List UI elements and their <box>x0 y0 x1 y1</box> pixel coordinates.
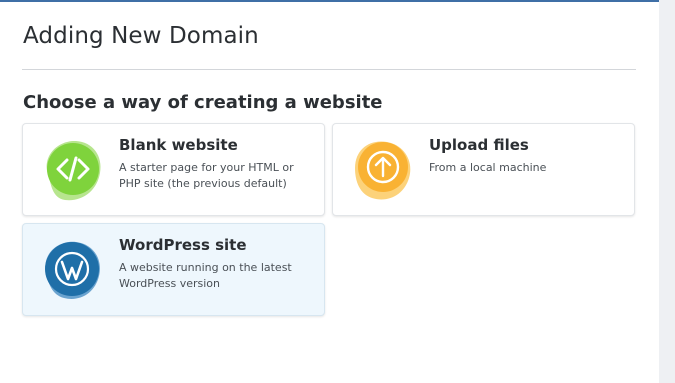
page-title: Adding New Domain <box>23 23 259 49</box>
code-icon <box>46 140 101 201</box>
option-card-blank-website[interactable]: Blank website A starter page for your HT… <box>22 123 325 216</box>
option-card-upload-files[interactable]: Upload files From a local machine <box>332 123 635 216</box>
card-description: From a local machine <box>429 161 547 174</box>
right-gutter <box>659 0 675 383</box>
card-title: Upload files <box>429 136 529 154</box>
card-title: Blank website <box>119 136 238 154</box>
title-divider <box>22 69 636 70</box>
option-card-wordpress-site[interactable]: WordPress site A website running on the … <box>22 223 325 316</box>
wordpress-icon <box>45 241 100 299</box>
card-title: WordPress site <box>119 236 247 254</box>
card-description: A starter page for your HTML or PHP site… <box>119 161 294 190</box>
section-heading: Choose a way of creating a website <box>23 92 383 113</box>
card-description: A website running on the latest WordPres… <box>119 261 292 290</box>
upload-arrow-icon <box>355 141 411 200</box>
top-accent-line <box>0 0 660 2</box>
